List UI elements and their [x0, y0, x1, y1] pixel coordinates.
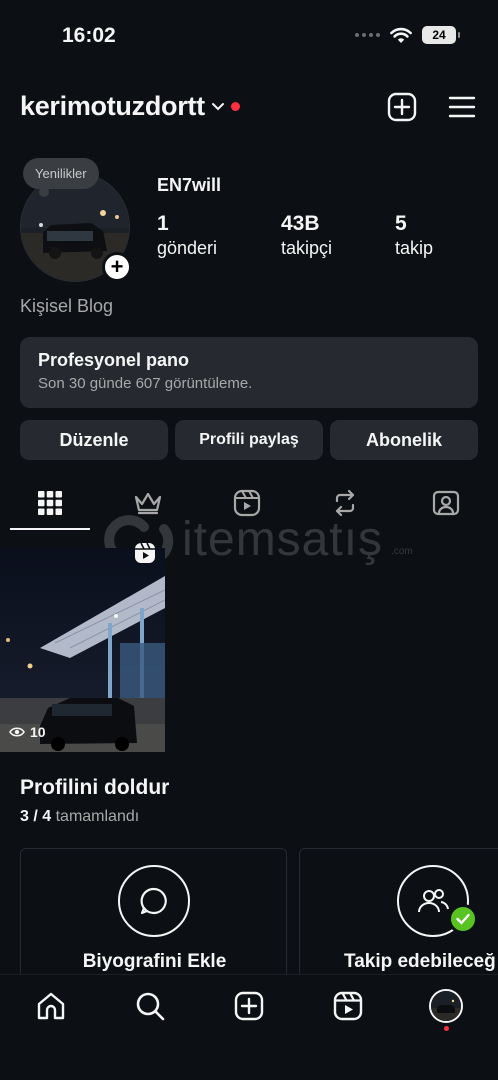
notification-dot: [230, 102, 240, 111]
posts-label: gönderi: [157, 238, 218, 258]
following-label: takip: [395, 238, 434, 258]
add-story-button[interactable]: +: [102, 252, 132, 282]
account-switcher[interactable]: kerimotuzdortt: [20, 91, 240, 122]
plus-square-icon: [387, 92, 417, 122]
posts-count: 1: [157, 212, 169, 235]
eye-icon: [9, 727, 25, 737]
professional-dashboard[interactable]: Profesyonel pano Son 30 günde 607 görünt…: [20, 337, 478, 408]
post-thumbnail[interactable]: [0, 548, 165, 752]
active-tab-indicator: [10, 528, 90, 530]
tagged-person-icon: [432, 490, 460, 516]
complete-profile-progress: 3 / 4 tamamlandı: [20, 808, 139, 826]
dashboard-title: Profesyonel pano: [38, 350, 190, 370]
share-profile-button[interactable]: Profili paylaş: [175, 420, 323, 460]
followers-label: takipçi: [281, 238, 333, 258]
speech-bubble-icon: [140, 887, 167, 915]
nav-reels[interactable]: [331, 989, 365, 1023]
hamburger-menu-icon: [448, 96, 476, 118]
wifi-icon: [390, 27, 412, 43]
nav-create[interactable]: [232, 989, 266, 1023]
display-name: EN7will: [157, 175, 222, 195]
home-icon: [37, 992, 65, 1020]
grid-icon: [38, 491, 62, 515]
nav-profile[interactable]: [429, 989, 463, 1023]
create-button[interactable]: [386, 91, 418, 123]
bio-category: Kişisel Blog: [20, 296, 114, 316]
menu-button[interactable]: [446, 91, 478, 123]
search-icon: [136, 992, 165, 1021]
tab-tagged[interactable]: [429, 486, 463, 520]
status-icons: 24: [355, 26, 460, 44]
following-stat[interactable]: 5 takip: [395, 212, 433, 259]
cellular-signal-icon: [355, 33, 380, 37]
progress-label: tamamlandı: [55, 808, 140, 825]
username: kerimotuzdortt: [20, 91, 205, 121]
edit-profile-button[interactable]: Düzenle: [20, 420, 168, 460]
chevron-down-icon: [211, 102, 224, 110]
post-view-count: 10: [9, 724, 46, 740]
tab-grid[interactable]: [33, 486, 67, 520]
watermark-text: itemsatış: [182, 513, 384, 566]
profile-notification-dot: [444, 1026, 449, 1031]
note-bubble[interactable]: Yenilikler: [23, 158, 99, 197]
bio-icon-circle: [118, 865, 190, 937]
follow-suggestions-label: Takip edebileceğ: [344, 951, 496, 972]
add-bio-label: Biyografini Ekle: [82, 951, 227, 972]
view-count: 10: [30, 724, 46, 740]
profile-avatar: [429, 989, 463, 1023]
following-count: 5: [395, 212, 407, 235]
create-icon: [234, 991, 264, 1021]
followers-stat[interactable]: 43B takipçi: [281, 212, 332, 259]
status-time: 16:02: [62, 24, 116, 47]
watermark-suffix: .com: [391, 546, 413, 557]
reel-indicator: [134, 542, 156, 569]
dashboard-subtitle: Son 30 günde 607 görüntüleme.: [38, 375, 253, 392]
followers-count: 43B: [281, 212, 320, 235]
reels-icon: [333, 991, 363, 1021]
nav-home[interactable]: [34, 989, 68, 1023]
complete-profile-title: Profilini doldur: [20, 776, 170, 799]
subscription-button[interactable]: Abonelik: [330, 420, 478, 460]
people-icon: [418, 889, 449, 913]
nav-search[interactable]: [133, 989, 167, 1023]
posts-stat[interactable]: 1 gönderi: [157, 212, 217, 259]
check-badge: [448, 904, 478, 934]
checkmark-icon: [456, 913, 470, 925]
reels-icon: [135, 542, 155, 563]
battery-icon: 24: [422, 26, 460, 44]
progress-count: 3 / 4: [20, 808, 52, 825]
